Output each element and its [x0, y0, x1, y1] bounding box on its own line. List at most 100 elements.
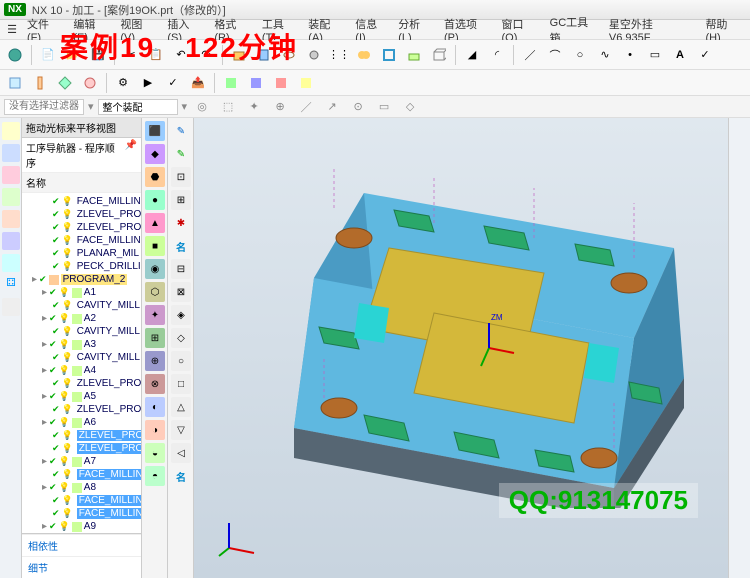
open-icon[interactable]: 📂 [62, 44, 84, 66]
revolve-icon[interactable] [278, 44, 300, 66]
filter-btn6[interactable]: ↗ [321, 96, 343, 118]
tree-item-11[interactable]: ▸✔💡A3 [24, 338, 139, 351]
postprocess-icon[interactable]: 📤 [187, 72, 209, 94]
tc2-12-icon[interactable]: □ [171, 374, 191, 394]
tc2-15-icon[interactable]: ◁ [171, 443, 191, 463]
tree-item-17[interactable]: ▸✔💡A6 [24, 416, 139, 429]
tc1-icon[interactable]: ⬛ [145, 121, 165, 141]
start-button[interactable] [4, 44, 26, 66]
tree-item-19[interactable]: ✔💡ZLEVEL_PRO [24, 442, 139, 455]
spline-icon[interactable]: ∿ [594, 44, 616, 66]
assembly-input[interactable] [98, 99, 178, 115]
tree-item-5[interactable]: ✔💡PECK_DRILLI [24, 260, 139, 273]
tc11-icon[interactable]: ⊕ [145, 351, 165, 371]
nav-cloud-icon[interactable] [2, 298, 20, 316]
tc6-icon[interactable]: ■ [145, 236, 165, 256]
tc10-icon[interactable]: ⊞ [145, 328, 165, 348]
rect-icon[interactable]: ▭ [644, 44, 666, 66]
tc12-icon[interactable]: ⊗ [145, 374, 165, 394]
chamfer-icon[interactable]: ◢ [461, 44, 483, 66]
nav-pin-icon[interactable]: 📌 [125, 140, 137, 170]
line-icon[interactable]: ／ [519, 44, 541, 66]
nav-history-icon[interactable] [2, 232, 20, 250]
generate-icon[interactable]: ▶ [137, 72, 159, 94]
nav-footer-deps[interactable]: 相依性 [22, 534, 141, 556]
tree-item-25[interactable]: ▸✔💡A9 [24, 520, 139, 533]
point-icon[interactable]: • [619, 44, 641, 66]
view2-icon[interactable] [245, 72, 267, 94]
tc2-11-icon[interactable]: ○ [171, 351, 191, 371]
tc2-9-icon[interactable]: ◈ [171, 305, 191, 325]
filter-dropdown-icon[interactable]: ▾ [88, 100, 94, 113]
filter-btn7[interactable]: ⊙ [347, 96, 369, 118]
tree-item-10[interactable]: ✔💡CAVITY_MILL [24, 325, 139, 338]
tc2-3-icon[interactable]: ⊡ [171, 167, 191, 187]
tc2-6-icon[interactable]: 名 [171, 236, 191, 256]
datum-icon[interactable] [403, 44, 425, 66]
tc2-8-icon[interactable]: ⊠ [171, 282, 191, 302]
filter-btn2[interactable]: ⬚ [217, 96, 239, 118]
new-icon[interactable]: 📄 [37, 44, 59, 66]
tc2-icon[interactable]: ◆ [145, 144, 165, 164]
tc9-icon[interactable]: ✦ [145, 305, 165, 325]
tc2-5-icon[interactable]: ✱ [171, 213, 191, 233]
tree-item-0[interactable]: ✔💡FACE_MILLIN [24, 195, 139, 208]
fillet-icon[interactable]: ◜ [486, 44, 508, 66]
nav-tree[interactable]: ✔💡FACE_MILLIN✔💡ZLEVEL_PRO✔💡ZLEVEL_PRO✔💡F… [22, 193, 141, 533]
copy-icon[interactable]: 📋 [145, 44, 167, 66]
wireframe-icon[interactable] [428, 44, 450, 66]
tree-item-16[interactable]: ✔💡ZLEVEL_PRO [24, 403, 139, 416]
filter-btn5[interactable]: ／ [295, 96, 317, 118]
nav-constraint-icon[interactable] [2, 188, 20, 206]
create-op-icon[interactable]: ⚙ [112, 72, 134, 94]
tc16-icon[interactable]: ◓ [145, 466, 165, 486]
pattern-icon[interactable]: ⋮⋮ [328, 44, 350, 66]
nav-footer-details[interactable]: 细节 [22, 556, 141, 578]
tree-item-2[interactable]: ✔💡ZLEVEL_PRO [24, 221, 139, 234]
tree-item-21[interactable]: ✔💡FACE_MILLIN [24, 468, 139, 481]
tc2-16-icon[interactable]: 名 [171, 466, 191, 486]
tree-item-24[interactable]: ✔💡FACE_MILLIN [24, 507, 139, 520]
tc7-icon[interactable]: ◉ [145, 259, 165, 279]
tree-item-23[interactable]: ✔💡FACE_MILLIN [24, 494, 139, 507]
tree-item-7[interactable]: ▸✔💡A1 [24, 286, 139, 299]
nav-assembly-icon[interactable] [2, 166, 20, 184]
app-menu-icon[interactable]: ☰ [4, 22, 20, 38]
filter-btn3[interactable]: ✦ [243, 96, 265, 118]
viewport[interactable]: ZM QQ:913147075 [194, 118, 728, 578]
view-triad[interactable] [214, 508, 264, 558]
filter-input[interactable] [4, 99, 84, 115]
tc14-icon[interactable]: ◑ [145, 420, 165, 440]
filter-btn1[interactable]: ◎ [191, 96, 213, 118]
tree-item-13[interactable]: ▸✔💡A4 [24, 364, 139, 377]
assembly-dropdown-icon[interactable]: ▾ [182, 100, 188, 113]
filter-btn4[interactable]: ⊕ [269, 96, 291, 118]
tc2-1-icon[interactable]: ✎ [171, 121, 191, 141]
hole-icon[interactable] [303, 44, 325, 66]
tree-item-20[interactable]: ▸✔💡A7 [24, 455, 139, 468]
filter-btn9[interactable]: ◇ [399, 96, 421, 118]
view1-icon[interactable] [220, 72, 242, 94]
nav-browser-icon[interactable] [2, 254, 20, 272]
tree-item-1[interactable]: ✔💡ZLEVEL_PRO [24, 208, 139, 221]
tc2-2-icon[interactable]: ✎ [171, 144, 191, 164]
tc3-icon[interactable]: ⬣ [145, 167, 165, 187]
tree-item-9[interactable]: ▸✔💡A2 [24, 312, 139, 325]
tree-item-18[interactable]: ✔💡ZLEVEL_PRO [24, 429, 139, 442]
tool-icon[interactable] [29, 72, 51, 94]
text-icon[interactable]: A [669, 44, 691, 66]
tree-item-3[interactable]: ✔💡FACE_MILLIN [24, 234, 139, 247]
view3-icon[interactable] [270, 72, 292, 94]
method-icon[interactable] [79, 72, 101, 94]
extrude-icon[interactable] [253, 44, 275, 66]
arc-icon[interactable]: ⌒ [544, 44, 566, 66]
nav-wifi-icon[interactable]: ⚃ [2, 276, 20, 294]
tc5-icon[interactable]: ▲ [145, 213, 165, 233]
tree-item-15[interactable]: ▸✔💡A5 [24, 390, 139, 403]
tc8-icon[interactable]: ⬡ [145, 282, 165, 302]
shell-icon[interactable] [378, 44, 400, 66]
tree-item-12[interactable]: ✔💡CAVITY_MILL [24, 351, 139, 364]
circle-icon[interactable]: ○ [569, 44, 591, 66]
block-icon[interactable] [228, 44, 250, 66]
tree-item-6[interactable]: ▸✔PROGRAM_2 [24, 273, 139, 286]
